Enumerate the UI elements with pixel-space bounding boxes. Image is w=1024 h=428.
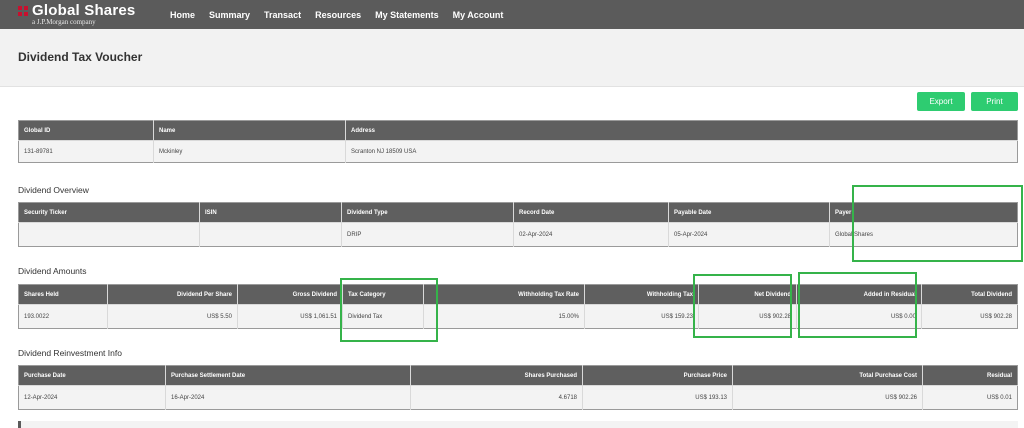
col-withholding-tax: Withholding Tax — [584, 284, 699, 305]
highlight-box-added-in-residual — [798, 272, 917, 338]
page-title: Dividend Tax Voucher — [18, 50, 143, 64]
col-security-ticker: Security Ticker — [18, 202, 200, 223]
highlight-box-payer — [852, 185, 1023, 262]
cell-payable-date: 05-Apr-2024 — [668, 222, 830, 247]
section-title-reinvestment: Dividend Reinvestment Info — [18, 348, 122, 358]
reinvestment-table: Purchase Date Purchase Settlement Date S… — [18, 365, 1018, 410]
highlight-box-net-dividend — [693, 274, 792, 338]
top-nav-bar: Global Shares a J.P.Morgan company Home … — [0, 0, 1024, 29]
col-isin: ISIN — [199, 202, 342, 223]
cell-address: Scranton NJ 18509 USA — [345, 140, 1018, 163]
col-residual: Residual — [922, 365, 1018, 386]
col-record-date: Record Date — [513, 202, 669, 223]
print-button[interactable]: Print — [971, 92, 1018, 111]
col-dividend-per-share: Dividend Per Share — [107, 284, 238, 305]
col-dividend-type: Dividend Type — [341, 202, 514, 223]
highlight-box-tax-category — [340, 278, 438, 342]
nav-transact[interactable]: Transact — [264, 10, 301, 20]
col-purchase-price: Purchase Price — [582, 365, 733, 386]
col-global-id: Global ID — [18, 120, 154, 141]
cell-purchase-price: US$ 193.13 — [582, 385, 733, 410]
col-shares-purchased: Shares Purchased — [410, 365, 583, 386]
cell-security-ticker — [18, 222, 200, 247]
col-gross-dividend: Gross Dividend — [237, 284, 343, 305]
cell-purchase-settlement-date: 16-Apr-2024 — [165, 385, 411, 410]
col-total-dividend: Total Dividend — [921, 284, 1018, 305]
main-nav: Home Summary Transact Resources My State… — [170, 0, 517, 29]
participant-table: Global ID Name Address 131-89781 Mckinle… — [18, 120, 1018, 163]
cell-total-dividend: US$ 902.28 — [921, 304, 1018, 329]
col-address: Address — [345, 120, 1018, 141]
col-payable-date: Payable Date — [668, 202, 830, 223]
col-total-purchase-cost: Total Purchase Cost — [732, 365, 923, 386]
cell-dividend-per-share: US$ 5.50 — [107, 304, 238, 329]
nav-resources[interactable]: Resources — [315, 10, 361, 20]
col-name: Name — [153, 120, 346, 141]
cell-isin — [199, 222, 342, 247]
global-shares-logo[interactable]: Global Shares a J.P.Morgan company — [18, 0, 135, 29]
export-button[interactable]: Export — [917, 92, 965, 111]
nav-summary[interactable]: Summary — [209, 10, 250, 20]
col-purchase-settlement-date: Purchase Settlement Date — [165, 365, 411, 386]
cell-name: Mckinley — [153, 140, 346, 163]
section-title-overview: Dividend Overview — [18, 185, 89, 195]
col-shares-held: Shares Held — [18, 284, 108, 305]
table-row: 131-89781 Mckinley Scranton NJ 18509 USA — [18, 140, 1018, 163]
cell-dividend-type: DRIP — [341, 222, 514, 247]
nav-home[interactable]: Home — [170, 10, 195, 20]
cell-global-id: 131-89781 — [18, 140, 154, 163]
col-withholding-tax-rate: Withholding Tax Rate — [423, 284, 585, 305]
logo-mark-icon — [18, 5, 28, 16]
table-row: 12-Apr-2024 16-Apr-2024 4.6718 US$ 193.1… — [18, 385, 1018, 410]
section-title-amounts: Dividend Amounts — [18, 266, 87, 276]
col-purchase-date: Purchase Date — [18, 365, 166, 386]
cell-record-date: 02-Apr-2024 — [513, 222, 669, 247]
cell-shares-held: 193.0022 — [18, 304, 108, 329]
cell-shares-purchased: 4.6718 — [410, 385, 583, 410]
cell-purchase-date: 12-Apr-2024 — [18, 385, 166, 410]
title-band: Dividend Tax Voucher — [0, 29, 1024, 87]
nav-my-statements[interactable]: My Statements — [375, 10, 439, 20]
cell-withholding-tax: US$ 159.23 — [584, 304, 699, 329]
nav-my-account[interactable]: My Account — [453, 10, 504, 20]
cell-total-purchase-cost: US$ 902.26 — [732, 385, 923, 410]
cell-residual: US$ 0.01 — [922, 385, 1018, 410]
logo-text: Global Shares — [32, 2, 136, 19]
bottom-panel — [18, 421, 1018, 428]
cell-withholding-tax-rate: 15.00% — [423, 304, 585, 329]
cell-gross-dividend: US$ 1,061.51 — [237, 304, 343, 329]
logo-subtitle: a J.P.Morgan company — [32, 18, 96, 26]
